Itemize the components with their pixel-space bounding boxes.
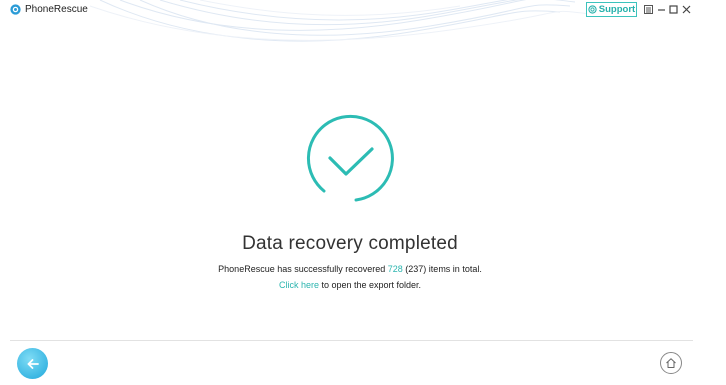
footer-divider xyxy=(10,340,693,341)
maximize-button[interactable] xyxy=(668,3,679,15)
menu-button[interactable] xyxy=(643,3,654,15)
check-circle-icon xyxy=(306,114,394,202)
lifebuoy-icon xyxy=(588,5,597,14)
home-button[interactable] xyxy=(660,352,682,374)
support-label: Support xyxy=(598,4,636,15)
close-icon xyxy=(682,5,691,13)
recovered-count: 728 xyxy=(387,264,403,274)
summary-prefix: PhoneRescue has successfully recovered xyxy=(218,264,388,274)
export-folder-line: Click here to open the export folder. xyxy=(0,279,700,291)
home-icon xyxy=(666,358,676,368)
close-button[interactable] xyxy=(681,3,692,15)
title-bar: PhoneRescue Support xyxy=(0,0,726,20)
arrow-left-icon xyxy=(27,358,39,369)
open-export-folder-link[interactable]: Click here xyxy=(279,280,319,290)
completion-heading: Data recovery completed xyxy=(242,233,458,254)
back-button[interactable] xyxy=(17,348,48,379)
recovery-summary: PhoneRescue has successfully recovered 7… xyxy=(0,263,700,275)
summary-suffix: (237) items in total. xyxy=(402,264,482,274)
app-title: PhoneRescue xyxy=(25,4,88,15)
menu-icon xyxy=(644,4,653,14)
maximize-icon xyxy=(669,4,678,14)
support-button[interactable]: Support xyxy=(586,2,637,17)
minimize-button[interactable] xyxy=(656,3,667,15)
minimize-icon xyxy=(658,8,665,11)
link-suffix: to open the export folder. xyxy=(318,280,422,290)
phonerescue-logo-icon xyxy=(10,4,21,15)
